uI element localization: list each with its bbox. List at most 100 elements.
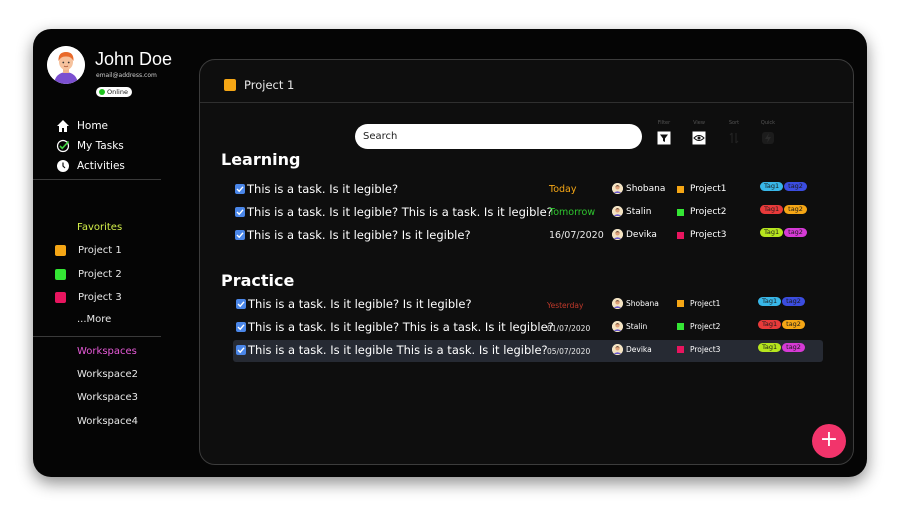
task-title[interactable]: This is a task. Is it legible? [247, 182, 398, 196]
assignee-name: Devika [626, 229, 657, 240]
tag-badge[interactable]: tag2 [782, 320, 805, 329]
avatar[interactable] [47, 46, 85, 84]
assignee[interactable]: Shobana [612, 298, 659, 309]
nav-label-home: Home [77, 120, 109, 132]
search-input[interactable] [355, 124, 642, 149]
tag-badge[interactable]: Tag1 [758, 297, 782, 306]
project-name: Project3 [690, 230, 727, 240]
table-row[interactable]: This is a task. Is it legible This is a … [233, 340, 823, 362]
profile-name: John Doe [95, 49, 173, 69]
task-title[interactable]: This is a task. Is it legible This is a … [248, 343, 548, 357]
task-checkbox[interactable] [236, 345, 246, 355]
filter-icon [657, 131, 671, 145]
tag-badge[interactable]: tag2 [782, 343, 805, 352]
task-title[interactable]: This is a task. Is it legible? Is it leg… [247, 228, 471, 242]
project-name: Project2 [690, 322, 721, 331]
assignee-name: Shobana [626, 183, 666, 194]
table-row[interactable]: This is a task. Is it legible? This is a… [233, 317, 823, 339]
sidebar-item-project-2[interactable]: Project 2 [55, 267, 122, 281]
tag-badge[interactable]: Tag1 [758, 343, 782, 352]
home-icon [55, 119, 70, 134]
task-checkbox[interactable] [236, 322, 246, 332]
project-name: Project1 [690, 299, 721, 308]
app-window: John Doe email@address.com Online Home M… [33, 29, 867, 477]
tag-badge[interactable]: tag2 [784, 205, 807, 214]
project-color-swatch [55, 268, 66, 280]
main-panel: Project 1 Filter View Sort Quick [199, 59, 854, 465]
due-date: 05/07/2020 [547, 347, 591, 356]
tag-badge[interactable]: Tag1 [760, 182, 784, 191]
tag-badge[interactable]: Tag1 [758, 320, 782, 329]
task-checkbox[interactable] [235, 184, 245, 194]
nav-item-my-tasks[interactable]: My Tasks [55, 138, 124, 154]
assignee-name: Devika [626, 345, 652, 354]
table-row[interactable]: This is a task. Is it legible? Is it leg… [233, 225, 823, 247]
project-color-swatch [677, 185, 684, 193]
view-button[interactable]: View [687, 120, 711, 149]
project-color-swatch [677, 300, 684, 307]
assignee[interactable]: Shobana [612, 183, 665, 194]
favorites-title: Favorites [77, 222, 123, 233]
assignee[interactable]: Stalin [612, 206, 651, 217]
project-color-swatch [55, 291, 66, 303]
task-checkbox[interactable] [235, 207, 245, 217]
activity-icon [55, 159, 70, 174]
project-name: Project3 [690, 345, 721, 354]
sidebar-item-workspace3[interactable]: Workspace3 [77, 392, 138, 403]
online-dot-icon [99, 89, 105, 95]
profile-email: email@address.com [96, 72, 157, 79]
sidebar-item-project-1[interactable]: Project 1 [55, 243, 122, 257]
tag-badge[interactable]: Tag1 [760, 205, 784, 214]
due-date: 16/07/2020 [549, 230, 604, 241]
filter-label: Filter [657, 120, 671, 126]
group-title-learning: Learning [221, 150, 301, 169]
project-label[interactable]: Project3 [677, 345, 720, 354]
assignee-avatar [612, 344, 623, 355]
favorites-more-link[interactable]: ...More [77, 314, 111, 325]
assignee[interactable]: Stalin [612, 321, 647, 332]
quick-button[interactable]: Quick [756, 120, 780, 149]
sidebar-item-workspace2[interactable]: Workspace2 [77, 369, 138, 380]
sidebar-divider [33, 179, 161, 180]
project-color-swatch [677, 323, 684, 330]
project-label[interactable]: Project3 [677, 230, 727, 240]
sort-button[interactable]: Sort [722, 120, 746, 149]
tag-badge[interactable]: tag2 [784, 228, 807, 237]
nav-item-home[interactable]: Home [55, 118, 108, 134]
task-title[interactable]: This is a task. Is it legible? Is it leg… [248, 297, 472, 311]
workspaces-title: Workspaces [77, 346, 137, 357]
task-title[interactable]: This is a task. Is it legible? This is a… [247, 205, 553, 219]
project-label[interactable]: Project2 [677, 207, 727, 217]
assignee[interactable]: Devika [612, 344, 652, 355]
nav-label-activities: Activities [77, 160, 125, 172]
tag-badge[interactable]: Tag1 [760, 228, 784, 237]
sidebar-item-workspace4[interactable]: Workspace4 [77, 416, 138, 427]
task-title[interactable]: This is a task. Is it legible? This is a… [248, 320, 554, 334]
task-checkbox[interactable] [236, 299, 246, 309]
project-label[interactable]: Project1 [677, 299, 720, 308]
due-date: 01/07/2020 [547, 324, 591, 333]
assignee-avatar [612, 298, 623, 309]
nav-item-activities[interactable]: Activities [55, 158, 125, 174]
table-row[interactable]: This is a task. Is it legible? Today Shoba… [233, 179, 823, 201]
add-task-button[interactable]: + [812, 424, 846, 458]
project-label[interactable]: Project1 [677, 184, 727, 194]
table-row[interactable]: This is a task. Is it legible? Is it leg… [233, 294, 823, 316]
status-badge: Online [96, 87, 132, 97]
assignee[interactable]: Devika [612, 229, 657, 240]
project-label[interactable]: Project2 [677, 322, 720, 331]
task-checkbox[interactable] [235, 230, 245, 240]
group-title-practice: Practice [221, 271, 295, 290]
sort-icon [727, 131, 741, 145]
tag-badge[interactable]: tag2 [784, 182, 807, 191]
filter-button[interactable]: Filter [652, 120, 676, 149]
tag-group: Tag1 tag2 [760, 228, 807, 237]
project-color-swatch [224, 79, 236, 91]
nav-label-my-tasks: My Tasks [77, 140, 124, 152]
table-row[interactable]: This is a task. Is it legible? This is a… [233, 202, 823, 224]
tag-group: Tag1 tag2 [758, 320, 805, 329]
assignee-avatar [612, 206, 623, 217]
tag-badge[interactable]: tag2 [782, 297, 805, 306]
sidebar-item-project-3[interactable]: Project 3 [55, 290, 122, 304]
project-name: Project1 [690, 184, 727, 194]
